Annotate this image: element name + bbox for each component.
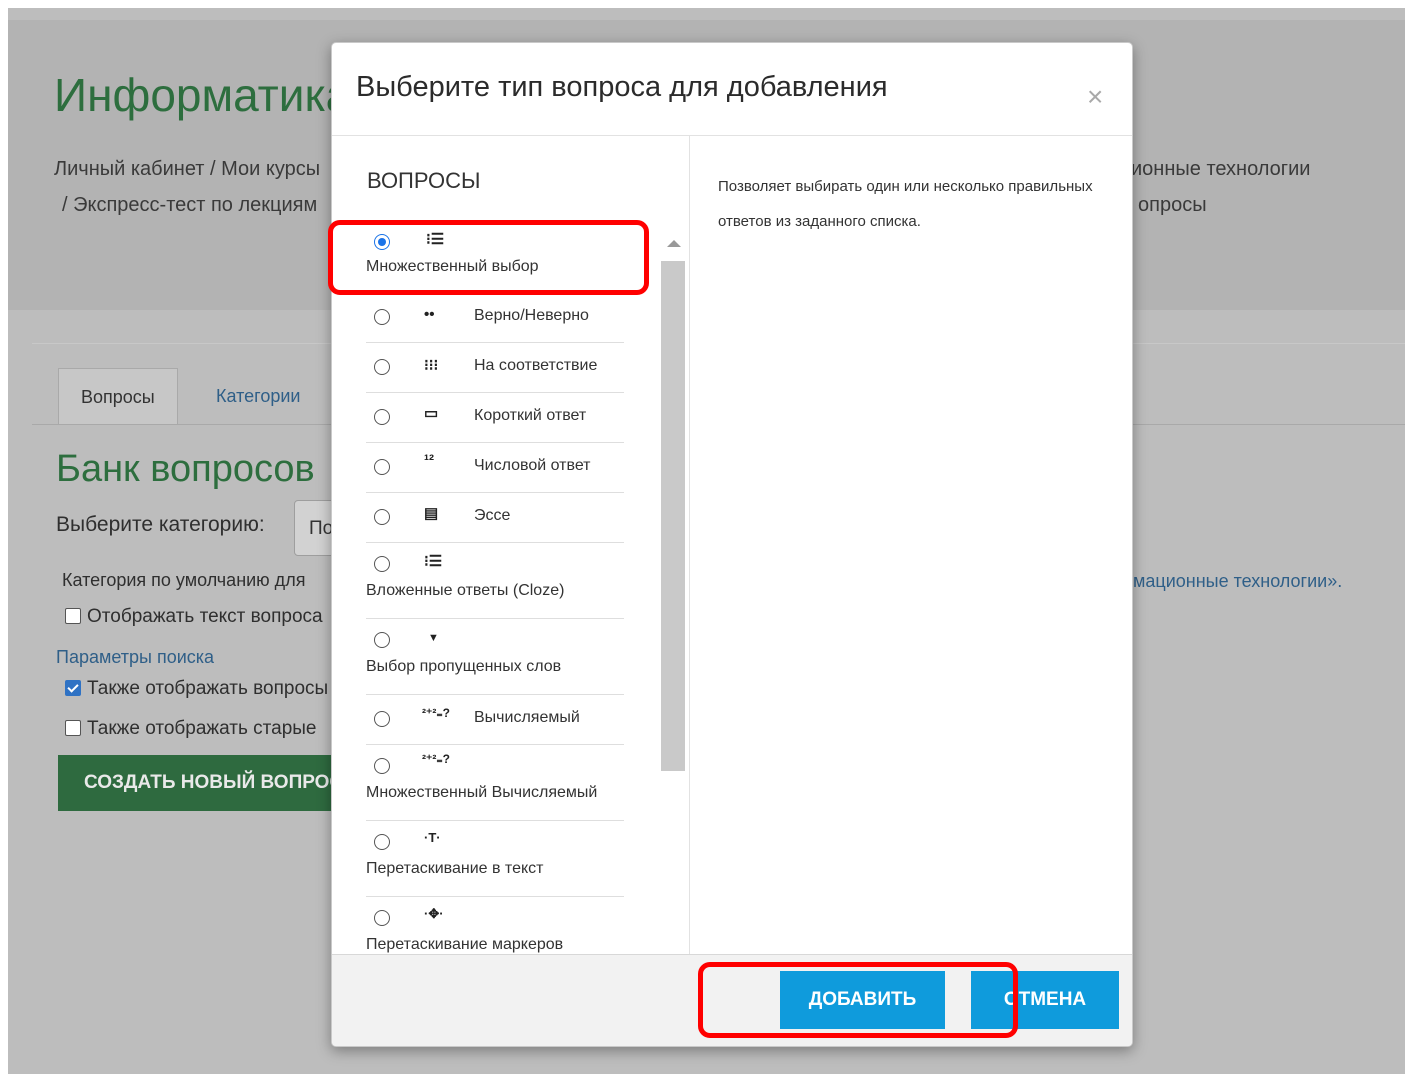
radio-cloze[interactable] [374,556,390,572]
question-type-option-ddmarker[interactable]: ·✥· Перетаскивание маркеров [366,896,624,954]
question-type-option-essay[interactable]: ▤ Эссе [366,492,624,543]
matching-icon: ⁝⁝⁝ [424,357,439,374]
drag-to-text-icon: ·T· [424,830,441,845]
radio-shortanswer[interactable] [374,409,390,425]
question-type-label: Вычисляемый [474,709,580,726]
question-type-label: Перетаскивание в текст [366,860,544,877]
question-type-option-calculated[interactable]: ²⁺²₌? Вычисляемый [366,694,624,745]
radio-truefalse[interactable] [374,309,390,325]
question-type-label: Эссе [474,507,511,524]
also-show-subcats-option[interactable]: Также отображать вопросы [65,678,328,700]
question-type-label: Вложенные ответы (Cloze) [366,582,565,599]
show-question-text-checkbox[interactable] [65,608,81,624]
question-type-option-match[interactable]: ⁝⁝⁝ На соответствие [366,342,624,393]
radio-gapselect[interactable] [374,632,390,648]
breadcrumb-course-link[interactable]: ионные технологии [1131,158,1310,181]
tab-questions[interactable]: Вопросы [58,368,178,425]
breadcrumb-left[interactable]: Личный кабинет / Мои курсы [54,158,320,180]
breadcrumb[interactable]: Личный кабинет / Мои курсы [54,158,320,181]
show-question-text-label: Отображать текст вопроса [87,606,323,627]
also-show-subcats-label: Также отображать вопросы [87,678,329,699]
create-new-question-button[interactable]: СОЗДАТЬ НОВЫЙ ВОПРОС [58,755,358,811]
radio-calculated[interactable] [374,711,390,727]
close-icon[interactable]: × [1087,81,1103,113]
question-type-option-numerical[interactable]: ¹² Числовой ответ [366,442,624,493]
cloze-icon: ⁝☰ [424,553,443,570]
highlight-box-add-button [698,962,1018,1038]
show-question-text-option[interactable]: Отображать текст вопроса [65,606,323,628]
radio-essay[interactable] [374,509,390,525]
default-category-link[interactable]: мационные технологии». [1133,571,1342,592]
question-type-modal: Выберите тип вопроса для добавления × ВО… [331,42,1133,1047]
also-show-old-checkbox[interactable] [65,720,81,736]
scrollbar-thumb[interactable] [661,261,685,771]
also-show-old-label: Также отображать старые [87,718,317,739]
question-type-option-shortanswer[interactable]: ▭ Короткий ответ [366,392,624,443]
question-type-description: Позволяет выбирать один или несколько пр… [718,178,1093,230]
radio-calculatedmulti[interactable] [374,758,390,774]
also-show-old-option[interactable]: Также отображать старые [65,718,317,740]
question-type-label: Числовой ответ [474,457,591,474]
default-category-text: Категория по умолчанию для [62,570,306,590]
question-type-option-ddwtos[interactable]: ·T· Перетаскивание в текст [366,820,624,897]
question-type-label: На соответствие [474,357,598,374]
question-type-option-calculatedmulti[interactable]: ²⁺²₌? Множественный Вычисляемый [366,744,624,821]
question-type-option-truefalse[interactable]: •• Верно/Неверно [366,292,624,343]
radio-ddmarker[interactable] [374,910,390,926]
list-divider [689,136,690,954]
question-type-label: Короткий ответ [474,407,587,424]
question-type-option-cloze[interactable]: ⁝☰ Вложенные ответы (Cloze) [366,542,624,619]
question-type-option-gapselect[interactable]: ▼ Выбор пропущенных слов [366,618,624,695]
true-false-icon: •• [424,306,435,323]
question-type-label: Верно/Неверно [474,307,589,324]
section-heading: ВОПРОСЫ [367,168,481,193]
essay-icon: ▤ [424,505,439,522]
select-category-label: Выберите категорию: [56,513,265,536]
also-show-subcats-checkbox[interactable] [65,680,81,696]
numerical-icon: ¹² [424,452,434,469]
modal-title: Выберите тип вопроса для добавления [356,71,888,103]
scroll-up-arrow[interactable] [667,240,681,247]
tab-categories[interactable]: Категории [194,368,322,424]
short-answer-icon: ▭ [424,405,439,422]
calculated-icon: ²⁺²₌? [422,706,450,720]
highlight-box-selected-type [328,220,649,295]
radio-numerical[interactable] [374,459,390,475]
radio-match[interactable] [374,359,390,375]
gapselect-icon: ▼ [428,632,439,644]
drag-markers-icon: ·✥· [424,906,444,921]
breadcrumb-questions-link[interactable]: опросы [1138,194,1207,217]
question-type-label: Перетаскивание маркеров [366,936,564,953]
question-type-label: Выбор пропущенных слов [366,658,562,675]
question-type-label: Множественный Вычисляемый [366,784,598,801]
calculated-multi-icon: ²⁺²₌? [422,752,450,766]
breadcrumb-quiz-link[interactable]: / Экспресс-тест по лекциям [62,194,317,217]
search-params-link[interactable]: Параметры поиска [56,647,214,668]
bank-title: Банк вопросов [56,448,315,490]
course-title: Информатика [54,69,352,121]
radio-ddwtos[interactable] [374,834,390,850]
